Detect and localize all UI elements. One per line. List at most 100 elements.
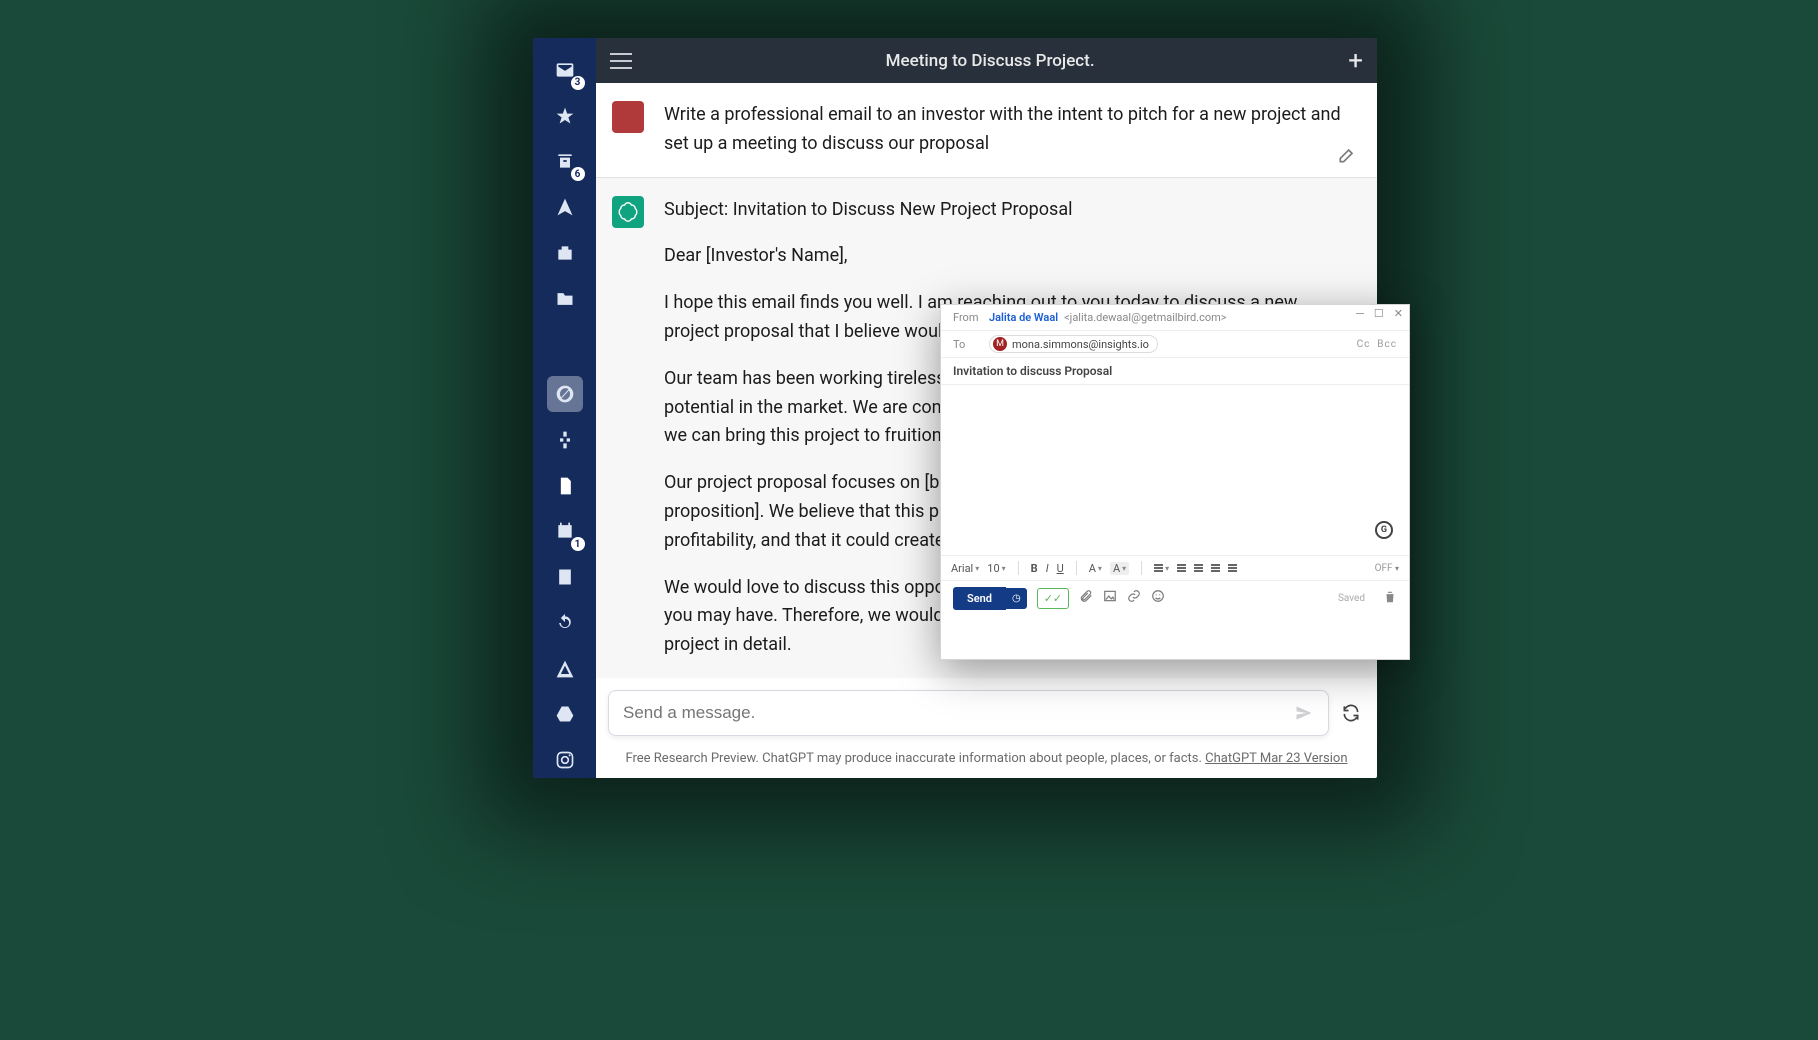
close-button[interactable]: ✕ — [1394, 307, 1403, 320]
bcc-button[interactable]: Bcc — [1377, 339, 1397, 350]
outdent-icon — [1211, 564, 1220, 572]
assistant-avatar — [612, 196, 644, 228]
paperclip-icon — [1079, 589, 1093, 603]
user-avatar — [612, 101, 644, 133]
from-row: From Jalita de Waal <jalita.dewaal@getma… — [941, 305, 1409, 331]
document-icon — [555, 476, 575, 496]
sidebar-folder[interactable] — [547, 281, 583, 317]
compose-body[interactable]: G — [941, 385, 1409, 555]
sidebar-contacts[interactable] — [547, 559, 583, 595]
new-chat-button[interactable]: + — [1348, 48, 1363, 74]
number-list-button[interactable] — [1194, 564, 1203, 572]
chat-header: Meeting to Discuss Project. + — [596, 38, 1377, 83]
send-options-button[interactable]: ◷ — [1006, 588, 1027, 609]
bold-button[interactable]: B — [1031, 562, 1038, 575]
link-button[interactable] — [1127, 589, 1141, 607]
sidebar-send[interactable] — [547, 189, 583, 225]
openai-icon — [617, 201, 639, 223]
chat-input[interactable] — [623, 703, 1294, 723]
refresh-icon — [555, 613, 575, 633]
italic-button[interactable]: I — [1046, 562, 1049, 575]
sidebar-instagram[interactable] — [547, 742, 583, 778]
minimize-button[interactable]: ─ — [1356, 307, 1364, 320]
bullet-icon — [1177, 564, 1186, 572]
sidebar-slack[interactable] — [547, 422, 583, 458]
compose-actions: Send ◷ ✓✓ Saved — [941, 581, 1409, 615]
archive-icon — [555, 151, 575, 171]
sidebar-nav[interactable] — [547, 651, 583, 687]
send-icon — [555, 197, 575, 217]
format-toolbar: Arial ▾ 10 ▾ B I U A ▾ A ▾ ▾ OFF ▾ — [941, 555, 1409, 581]
tracking-button[interactable]: ✓✓ — [1037, 588, 1069, 609]
folder-icon — [555, 289, 575, 309]
calendar-icon — [555, 521, 575, 541]
sidebar-drive[interactable] — [547, 696, 583, 732]
window-controls: ─ ☐ ✕ — [1356, 307, 1403, 320]
saved-status: Saved — [1338, 593, 1365, 604]
regenerate-button[interactable] — [1337, 690, 1365, 736]
user-message-text: Write a professional email to an investo… — [664, 101, 1357, 159]
bgcolor-button[interactable]: A ▾ — [1110, 562, 1129, 575]
bullet-list-button[interactable] — [1177, 564, 1186, 572]
footer-disclaimer: Free Research Preview. ChatGPT may produ… — [596, 751, 1377, 766]
nav-icon — [555, 659, 575, 679]
emoji-button[interactable] — [1151, 589, 1165, 607]
from-name[interactable]: Jalita de Waal — [989, 311, 1058, 324]
sidebar-inbox[interactable]: 3 — [547, 52, 583, 88]
indent-button[interactable] — [1228, 564, 1237, 572]
attach-button[interactable] — [1079, 589, 1093, 607]
response-greeting: Dear [Investor's Name], — [664, 242, 1357, 271]
response-subject: Subject: Invitation to Discuss New Proje… — [664, 196, 1357, 225]
user-message: Write a professional email to an investo… — [596, 83, 1377, 178]
chat-input-bar — [608, 690, 1329, 736]
drive-icon — [555, 704, 575, 724]
sidebar-archive[interactable]: 6 — [547, 144, 583, 180]
calendar-badge: 1 — [571, 537, 585, 551]
sidebar-calendar[interactable]: 1 — [547, 513, 583, 549]
inbox-icon — [555, 60, 575, 80]
recipient-email: mona.simmons@insights.io — [1012, 338, 1149, 351]
recipient-chip[interactable]: M mona.simmons@insights.io — [989, 335, 1158, 353]
sidebar-star[interactable] — [547, 98, 583, 134]
send-message-icon[interactable] — [1294, 703, 1314, 723]
image-button[interactable] — [1103, 589, 1117, 607]
underline-button[interactable]: U — [1057, 562, 1064, 575]
version-link[interactable]: ChatGPT Mar 23 Version — [1205, 751, 1347, 766]
numbered-icon — [1194, 564, 1203, 572]
to-label: To — [953, 338, 989, 351]
image-icon — [1103, 589, 1117, 603]
archive-badge: 6 — [571, 167, 585, 181]
menu-button[interactable] — [610, 53, 632, 69]
star-icon — [555, 106, 575, 126]
app-sidebar: 3 6 1 — [533, 38, 596, 778]
trash-icon — [1383, 590, 1397, 604]
discard-button[interactable] — [1383, 590, 1397, 607]
slack-icon — [555, 430, 575, 450]
fontsize-select[interactable]: 10 ▾ — [987, 562, 1005, 575]
inbox-badge: 3 — [571, 76, 585, 90]
cc-button[interactable]: Cc — [1357, 339, 1371, 350]
grammarly-icon[interactable]: G — [1375, 521, 1393, 539]
send-button[interactable]: Send — [953, 587, 1006, 610]
textcolor-button[interactable]: A ▾ — [1089, 562, 1102, 575]
sidebar-toolbox[interactable] — [547, 235, 583, 271]
sidebar-refresh[interactable] — [547, 605, 583, 641]
align-icon — [1154, 564, 1163, 572]
align-button[interactable]: ▾ — [1154, 564, 1169, 573]
subject-field[interactable]: Invitation to discuss Proposal — [941, 358, 1409, 385]
from-label: From — [953, 311, 989, 324]
formatting-toggle[interactable]: OFF ▾ — [1375, 563, 1399, 574]
from-email: <jalita.dewaal@getmailbird.com> — [1064, 311, 1226, 324]
edit-icon[interactable] — [1337, 145, 1357, 165]
compose-window: ─ ☐ ✕ From Jalita de Waal <jalita.dewaal… — [940, 304, 1410, 660]
regenerate-icon — [1341, 703, 1361, 723]
outdent-button[interactable] — [1211, 564, 1220, 572]
font-select[interactable]: Arial ▾ — [951, 562, 979, 575]
sidebar-chatgpt[interactable] — [547, 376, 583, 412]
maximize-button[interactable]: ☐ — [1374, 307, 1384, 320]
instagram-icon — [555, 750, 575, 770]
to-row: To M mona.simmons@insights.io Cc Bcc — [941, 331, 1409, 358]
sidebar-document[interactable] — [547, 468, 583, 504]
emoji-icon — [1151, 589, 1165, 603]
contacts-icon — [555, 567, 575, 587]
